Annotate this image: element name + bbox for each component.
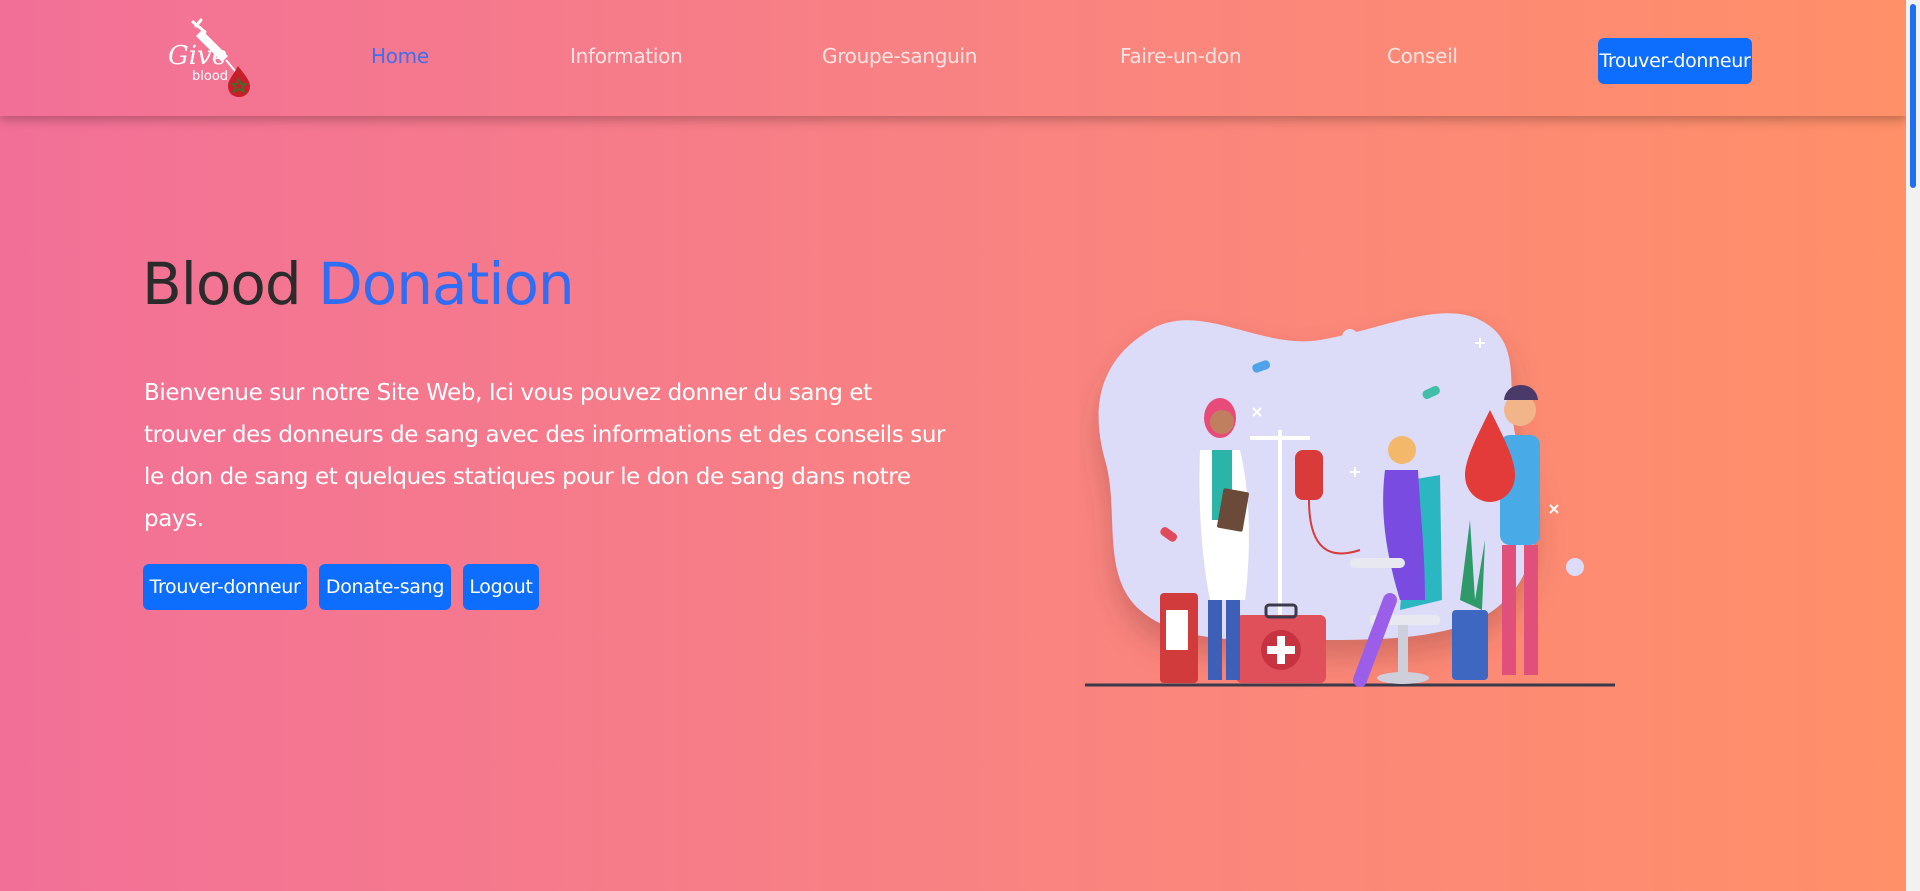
navbar: Give blood Home Information Groupe-sangu… — [0, 0, 1906, 116]
hero-title: Blood Donation — [142, 250, 575, 318]
hero-title-accent: Donation — [318, 250, 575, 318]
logo-text-main: Give — [168, 41, 227, 71]
nav-link-faire-un-don[interactable]: Faire-un-don — [1120, 44, 1242, 68]
nav-link-conseil[interactable]: Conseil — [1387, 44, 1458, 68]
logout-button[interactable]: Logout — [463, 564, 539, 610]
nav-link-groupe-sanguin[interactable]: Groupe-sanguin — [822, 44, 977, 68]
give-blood-logo[interactable]: Give blood — [160, 18, 260, 98]
nav-link-home[interactable]: Home — [371, 44, 429, 68]
hero-description: Bienvenue sur notre Site Web, Ici vous p… — [144, 380, 946, 532]
logo-text-sub: blood — [192, 69, 228, 84]
nav-link-information[interactable]: Information — [570, 44, 683, 68]
blood-donation-illustration — [1080, 310, 1620, 710]
page-scrollbar[interactable] — [1906, 0, 1920, 891]
nav-trouver-donneur-button[interactable]: Trouver-donneur — [1598, 38, 1752, 84]
hero-title-part1: Blood — [142, 250, 302, 318]
scrollbar-thumb[interactable] — [1910, 4, 1916, 188]
donate-sang-button[interactable]: Donate-sang — [319, 564, 451, 610]
syringe-blood-drop-icon: Give blood — [168, 18, 250, 97]
trouver-donneur-button[interactable]: Trouver-donneur — [143, 564, 307, 610]
